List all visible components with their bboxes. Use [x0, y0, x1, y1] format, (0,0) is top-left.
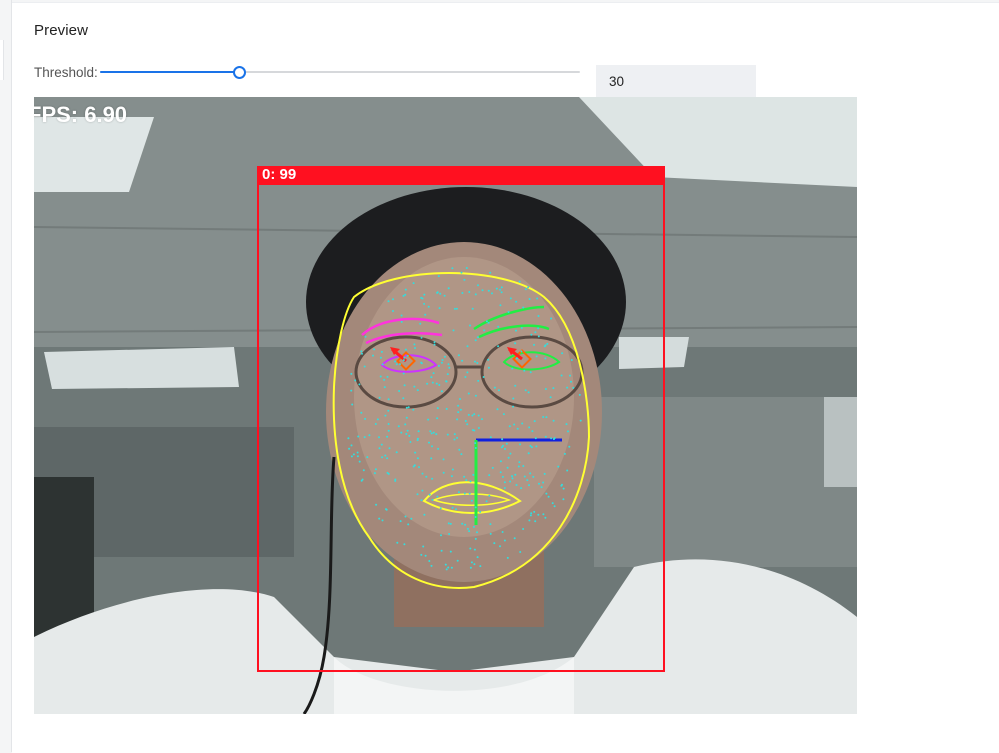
- threshold-value-input[interactable]: [596, 65, 756, 97]
- threshold-slider[interactable]: [100, 65, 580, 79]
- threshold-label: Threshold:: [34, 65, 98, 80]
- panel-title: Preview: [34, 22, 89, 39]
- detection-label-bar: [258, 167, 665, 185]
- gutter-handle[interactable]: [0, 40, 4, 80]
- fps-counter: FPS: 6.90: [34, 102, 128, 127]
- slider-fill: [100, 71, 240, 73]
- camera-preview: FPS: 6.90 0: 99: [34, 97, 857, 714]
- slider-thumb-icon[interactable]: [233, 66, 247, 79]
- left-gutter: [0, 0, 12, 752]
- camera-frame: [34, 97, 857, 714]
- detection-label: 0: 99: [262, 166, 297, 183]
- preview-panel: Preview Threshold: 30 FPS: 6.90 0: 99: [12, 2, 999, 753]
